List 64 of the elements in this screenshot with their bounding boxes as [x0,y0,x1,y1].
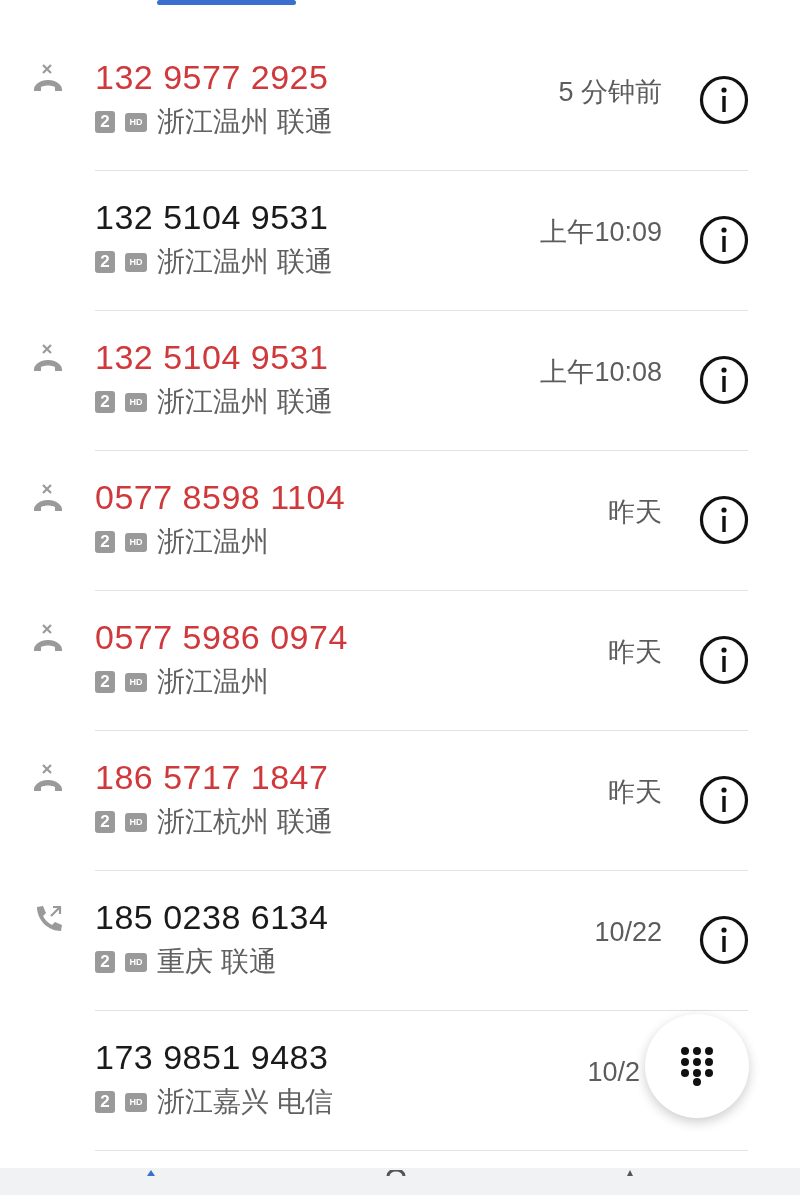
sim-badge: 2 [95,391,115,413]
caller-location: 浙江嘉兴 电信 [157,1086,333,1118]
call-time: 昨天 [608,776,662,809]
call-time: 10/22 [594,916,662,948]
sim-badge: 2 [95,531,115,553]
caller-location: 浙江温州 [157,526,269,558]
caller-location: 浙江温州 [157,666,269,698]
sim-badge: 2 [95,1091,115,1113]
missed-call-icon [31,483,64,513]
info-icon [699,495,749,545]
call-time: 5 分钟前 [558,76,662,109]
call-time: 上午10:08 [540,356,662,389]
phone-number: 132 5104 9531 [95,198,329,236]
info-button[interactable] [698,774,750,826]
phone-number: 186 5717 1847 [95,758,329,796]
hd-badge: HD [125,672,147,692]
info-icon [699,355,749,405]
missed-call-icon [31,343,64,373]
info-button[interactable] [698,214,750,266]
call-time: 上午10:09 [540,216,662,249]
tab-icon[interactable] [386,1170,406,1176]
phone-number: 132 9577 2925 [95,58,329,96]
info-button[interactable] [698,354,750,406]
hd-badge: HD [125,812,147,832]
sim-badge: 2 [95,951,115,973]
hd-badge: HD [125,1092,147,1112]
tab-icon[interactable] [144,1170,158,1176]
hd-badge: HD [125,532,147,552]
info-button[interactable] [698,74,750,126]
call-time: 昨天 [608,496,662,529]
caller-location: 重庆 联通 [157,946,277,978]
info-button[interactable] [698,914,750,966]
info-icon [699,215,749,265]
hd-badge: HD [125,952,147,972]
missed-call-icon [31,623,64,653]
call-time: 10/2 [587,1056,640,1088]
caller-location: 浙江杭州 联通 [157,806,333,838]
missed-call-icon [31,763,64,793]
hd-badge: HD [125,252,147,272]
phone-number: 132 5104 9531 [95,338,329,376]
call-time: 昨天 [608,636,662,669]
sim-badge: 2 [95,111,115,133]
caller-location: 浙江温州 联通 [157,386,333,418]
phone-number: 173 9851 9483 [95,1038,329,1076]
sim-badge: 2 [95,251,115,273]
info-icon [699,635,749,685]
info-icon [699,915,749,965]
dialpad-button[interactable] [645,1014,749,1118]
caller-location: 浙江温州 联通 [157,246,333,278]
phone-number: 0577 8598 1104 [95,478,346,516]
info-icon [699,775,749,825]
info-button[interactable] [698,494,750,546]
hd-badge: HD [125,112,147,132]
hd-badge: HD [125,392,147,412]
phone-number: 185 0238 6134 [95,898,329,936]
tab-icon[interactable] [624,1170,636,1176]
dialpad-icon [680,1046,714,1086]
caller-location: 浙江温州 联通 [157,106,333,138]
info-icon [699,75,749,125]
sim-badge: 2 [95,811,115,833]
missed-call-icon [31,63,64,93]
phone-number: 0577 5986 0974 [95,618,348,656]
info-button[interactable] [698,634,750,686]
sim-badge: 2 [95,671,115,693]
